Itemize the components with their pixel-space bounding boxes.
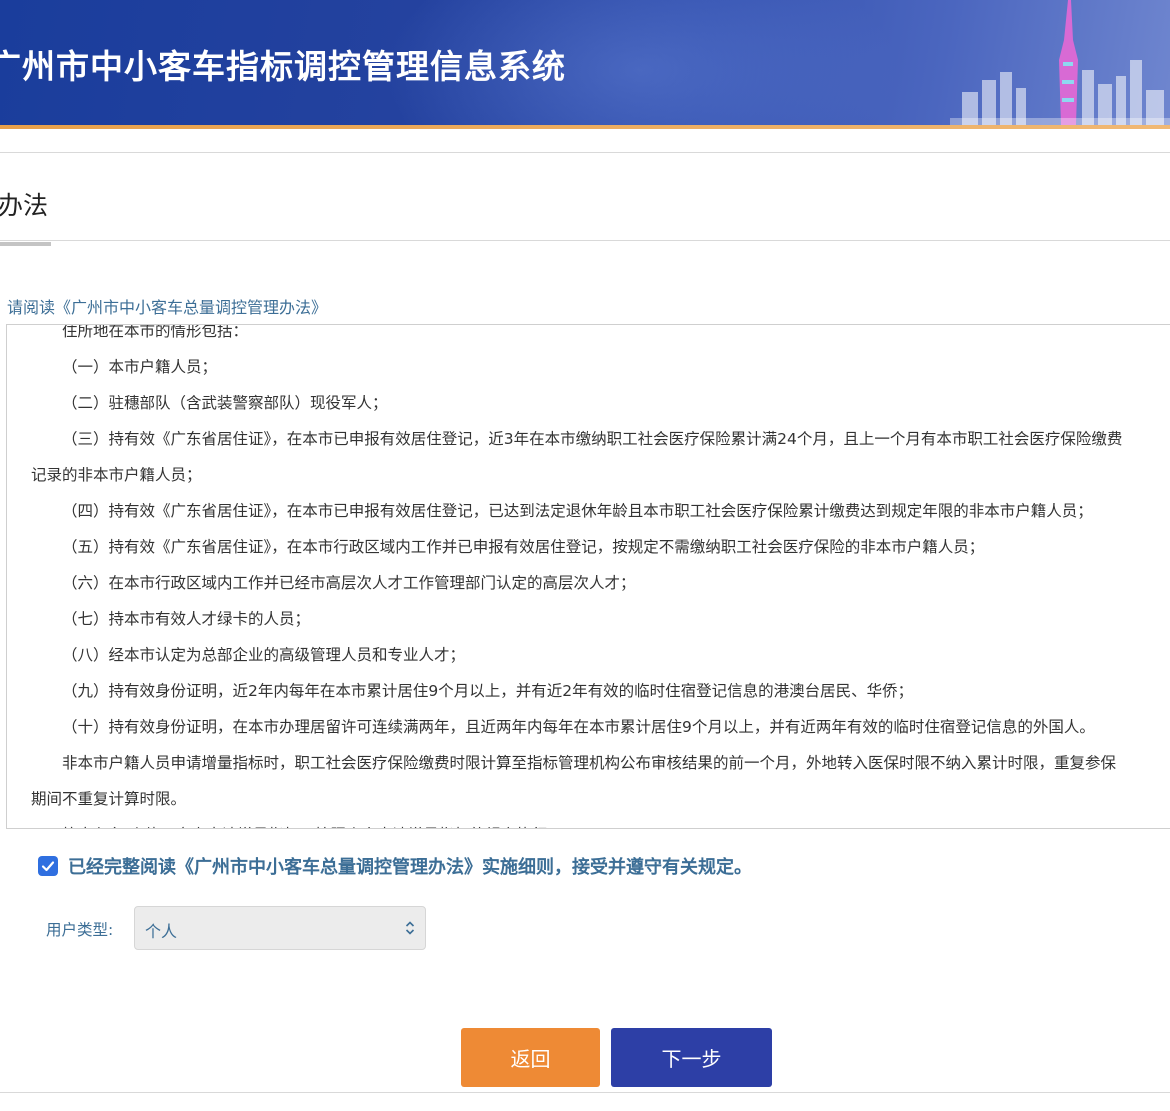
regulation-line: （七）持本市有效人才绿卡的人员； bbox=[62, 610, 311, 628]
regulation-line: 第十七条 个体工商户申请增量指标，按照个人申请增量指标的规定执行。 bbox=[7, 817, 1170, 828]
regulation-line: （二）驻穗部队（含武装警察部队）现役军人； bbox=[62, 394, 388, 412]
check-icon bbox=[41, 861, 55, 872]
divider bbox=[0, 1092, 1170, 1093]
regulation-line: 住所地在本市的情形包括： bbox=[62, 324, 249, 340]
header-accent-bar bbox=[0, 125, 1170, 129]
agreement-checkbox[interactable] bbox=[38, 856, 58, 876]
regulation-line: （六）在本市行政区域内工作并已经市高层次人才工作管理部门认定的高层次人才； bbox=[62, 574, 636, 592]
regulation-line: 非本市户籍人员申请增量指标时，职工社会医疗保险缴费时限计算至指标管理机构公布审核… bbox=[62, 754, 1117, 772]
user-type-select[interactable]: 个人 bbox=[134, 906, 426, 950]
title-underline bbox=[0, 242, 51, 246]
read-prompt: 请阅读《广州市中小客车总量调控管理办法》 bbox=[7, 298, 328, 317]
regulation-line: （八）经本市认定为总部企业的高级管理人员和专业人才； bbox=[62, 646, 466, 664]
regulation-line: （一）本市户籍人员； bbox=[62, 358, 218, 376]
next-step-button[interactable]: 下一步 bbox=[611, 1028, 772, 1087]
agreement-row[interactable]: 已经完整阅读《广州市中小客车总量调控管理办法》实施细则，接受并遵守有关规定。 bbox=[38, 853, 752, 879]
chevron-updown-icon bbox=[405, 921, 415, 935]
regulation-text: 住所地在本市的情形包括： （一）本市户籍人员； （二）驻穗部队（含武装警察部队）现役… bbox=[7, 324, 1170, 828]
regulation-line: 记录的非本市户籍人员； bbox=[31, 466, 202, 484]
divider bbox=[0, 240, 1170, 241]
agreement-label[interactable]: 已经完整阅读《广州市中小客车总量调控管理办法》实施细则，接受并遵守有关规定。 bbox=[68, 853, 752, 879]
regulation-line: （四）持有效《广东省居住证》，在本市已申报有效居住登记，已达到法定退休年龄且本市… bbox=[62, 502, 1093, 520]
regulation-text-scrollbox[interactable]: 住所地在本市的情形包括： （一）本市户籍人员； （二）驻穗部队（含武装警察部队）现役… bbox=[6, 324, 1170, 829]
city-skyline-icon bbox=[950, 0, 1170, 125]
back-button[interactable]: 返回 bbox=[461, 1028, 600, 1087]
app-header: 广州市中小客车指标调控管理信息系统 bbox=[0, 0, 1170, 125]
regulation-line: （三）持有效《广东省居住证》，在本市已申报有效居住登记，近3年在本市缴纳职工社会… bbox=[62, 430, 1123, 448]
page-title: 办法 bbox=[0, 191, 49, 220]
regulation-line: 期间不重复计算时限。 bbox=[31, 790, 187, 808]
user-type-value: 个人 bbox=[145, 922, 178, 941]
regulation-line: （十）持有效身份证明，在本市办理居留许可连续满两年，且近两年内每年在本市累计居住… bbox=[62, 718, 1095, 736]
divider bbox=[0, 152, 1170, 153]
system-title: 广州市中小客车指标调控管理信息系统 bbox=[0, 47, 566, 86]
user-type-label: 用户类型: bbox=[46, 921, 114, 939]
regulation-line: （五）持有效《广东省居住证》，在本市行政区域内工作并已申报有效居住登记，按规定不… bbox=[62, 538, 985, 556]
regulation-line: （九）持有效身份证明，近2年内每年在本市累计居住9个月以上，并有近2年有效的临时… bbox=[62, 682, 914, 700]
